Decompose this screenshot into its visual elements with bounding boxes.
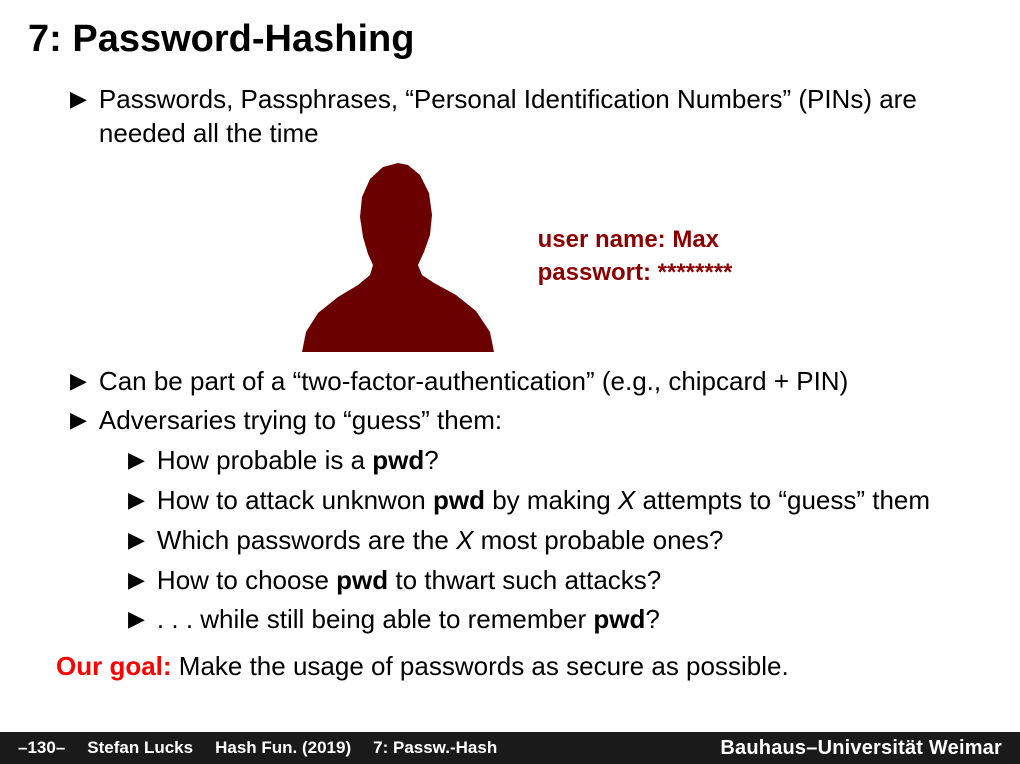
bullet-item: ▶ Adversaries trying to “guess” them: bbox=[70, 404, 992, 438]
bullet-text: Passwords, Passphrases, “Personal Identi… bbox=[99, 83, 992, 151]
bullet-text: Can be part of a “two-factor-authenticat… bbox=[99, 365, 992, 399]
triangle-icon: ▶ bbox=[70, 365, 87, 399]
triangle-icon: ▶ bbox=[128, 484, 145, 518]
bullet-item: ▶ Passwords, Passphrases, “Personal Iden… bbox=[70, 83, 992, 151]
bullet-text: Adversaries trying to “guess” them: bbox=[99, 404, 992, 438]
bullet-text: Which passwords are the X most probable … bbox=[157, 524, 992, 558]
login-password: passwort: ******** bbox=[538, 257, 733, 289]
sub-bullet-item: ▶ . . . while still being able to rememb… bbox=[128, 603, 992, 637]
login-username: user name: Max bbox=[538, 224, 733, 256]
goal-text: Make the usage of passwords as secure as… bbox=[172, 651, 789, 681]
login-figure: user name: Max passwort: ******** bbox=[28, 157, 992, 357]
bullet-text: . . . while still being able to remember… bbox=[157, 603, 992, 637]
bullet-text: How to choose pwd to thwart such attacks… bbox=[157, 564, 992, 598]
triangle-icon: ▶ bbox=[128, 603, 145, 637]
slide: 7: Password-Hashing ▶ Passwords, Passphr… bbox=[0, 0, 1020, 682]
triangle-icon: ▶ bbox=[70, 83, 87, 151]
goal-line: Our goal: Make the usage of passwords as… bbox=[56, 651, 992, 682]
triangle-icon: ▶ bbox=[128, 524, 145, 558]
footer-section: 7: Passw.-Hash bbox=[373, 738, 497, 758]
bullet-item: ▶ Can be part of a “two-factor-authentic… bbox=[70, 365, 992, 399]
footer-left: –130– Stefan Lucks Hash Fun. (2019) 7: P… bbox=[18, 738, 497, 758]
footer-page: –130– bbox=[18, 738, 65, 758]
triangle-icon: ▶ bbox=[128, 564, 145, 598]
footer-university: Bauhaus–Universität Weimar bbox=[720, 737, 1002, 760]
bullet-text: How probable is a pwd? bbox=[157, 444, 992, 478]
person-silhouette-icon bbox=[288, 157, 508, 357]
footer-bar: –130– Stefan Lucks Hash Fun. (2019) 7: P… bbox=[0, 732, 1020, 764]
footer-author: Stefan Lucks bbox=[87, 738, 193, 758]
sub-bullet-item: ▶ How to choose pwd to thwart such attac… bbox=[128, 564, 992, 598]
login-text: user name: Max passwort: ******** bbox=[538, 224, 733, 289]
triangle-icon: ▶ bbox=[70, 404, 87, 438]
sub-bullet-item: ▶ How to attack unknwon pwd by making X … bbox=[128, 484, 992, 518]
bullet-text: How to attack unknwon pwd by making X at… bbox=[157, 484, 992, 518]
bullet-list: ▶ Passwords, Passphrases, “Personal Iden… bbox=[28, 83, 992, 637]
sub-bullet-item: ▶ How probable is a pwd? bbox=[128, 444, 992, 478]
footer-course: Hash Fun. (2019) bbox=[215, 738, 351, 758]
slide-title: 7: Password-Hashing bbox=[28, 18, 992, 61]
triangle-icon: ▶ bbox=[128, 444, 145, 478]
sub-bullet-item: ▶ Which passwords are the X most probabl… bbox=[128, 524, 992, 558]
goal-label: Our goal: bbox=[56, 651, 172, 681]
